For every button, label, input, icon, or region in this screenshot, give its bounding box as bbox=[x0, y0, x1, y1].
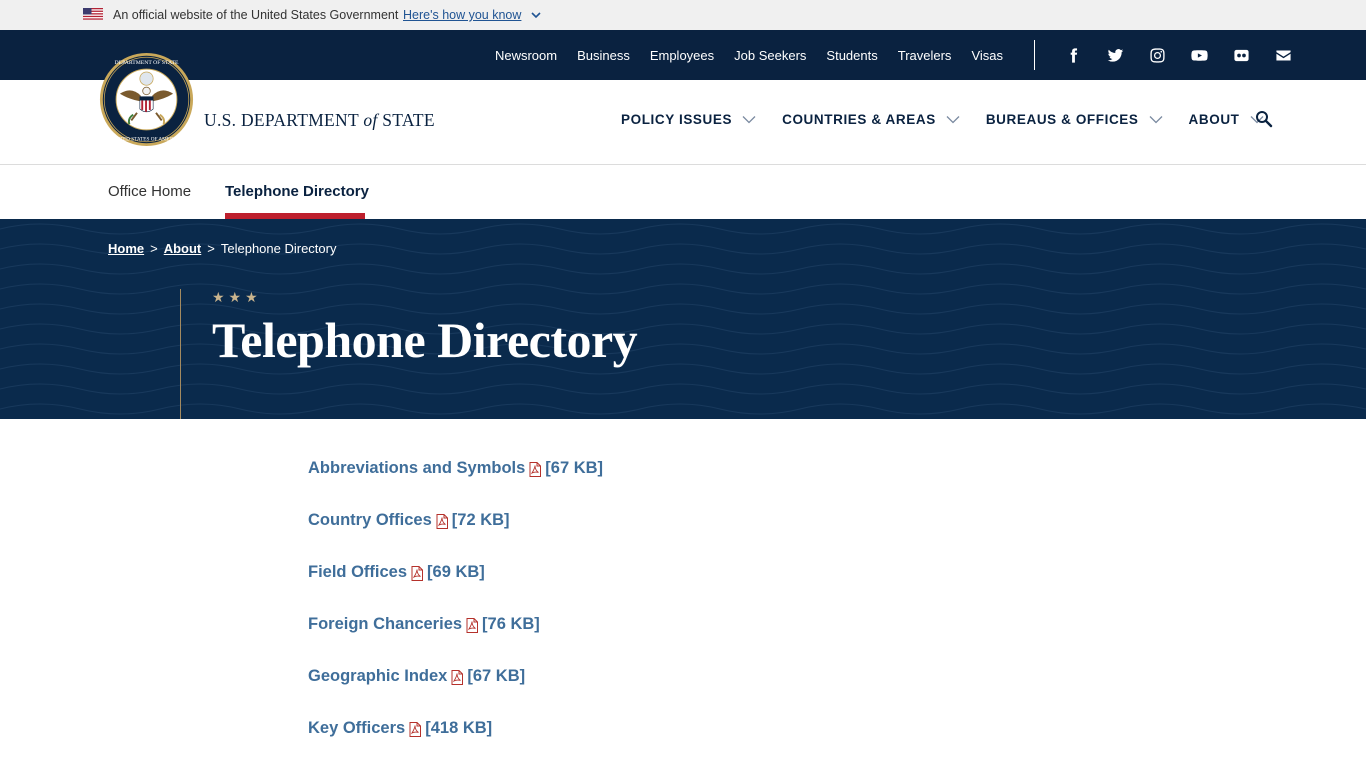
list-item: Field Offices [69 KB] bbox=[308, 563, 603, 615]
nav-about[interactable]: ABOUT bbox=[1189, 112, 1264, 127]
nav-policy-issues[interactable]: POLICY ISSUES bbox=[621, 112, 756, 127]
official-text: An official website of the United States… bbox=[113, 8, 399, 22]
chevron-down-icon bbox=[1149, 116, 1162, 124]
how-you-know-link[interactable]: Here's how you know bbox=[403, 8, 521, 22]
subnav-office-home[interactable]: Office Home bbox=[108, 183, 191, 200]
department-seal-logo[interactable]: DEPARTMENT OF STATE UNITED STATES OF AME… bbox=[99, 52, 194, 147]
department-name[interactable]: U.S. DEPARTMENT of STATE bbox=[204, 110, 435, 131]
breadcrumb-separator: > bbox=[150, 241, 158, 256]
search-icon[interactable] bbox=[1255, 110, 1273, 128]
dept-name-of: of bbox=[363, 110, 378, 130]
file-size: [67 KB] bbox=[467, 667, 526, 685]
youtube-icon[interactable] bbox=[1178, 30, 1220, 80]
document-link[interactable]: Country Offices bbox=[308, 511, 432, 530]
site-header: DEPARTMENT OF STATE UNITED STATES OF AME… bbox=[0, 52, 1366, 165]
nav-countries-areas[interactable]: COUNTRIES & AREAS bbox=[782, 112, 960, 127]
breadcrumb-about[interactable]: About bbox=[164, 241, 202, 256]
hero-banner: Home > About > Telephone Directory ★★★ T… bbox=[0, 219, 1366, 419]
social-links bbox=[1052, 30, 1304, 80]
list-item: Key Officers [418 KB] bbox=[308, 719, 603, 768]
top-links: Newsroom Business Employees Job Seekers … bbox=[495, 30, 1003, 80]
twitter-icon[interactable] bbox=[1094, 30, 1136, 80]
nav-label: BUREAUS & OFFICES bbox=[985, 112, 1139, 127]
nav-label: POLICY ISSUES bbox=[621, 112, 733, 127]
document-list: Abbreviations and Symbols [67 KB] Countr… bbox=[308, 459, 603, 768]
stars-icon: ★★★ bbox=[212, 289, 262, 305]
file-size: [76 KB] bbox=[482, 615, 540, 633]
pdf-icon bbox=[529, 462, 542, 477]
subnav-telephone-directory[interactable]: Telephone Directory bbox=[225, 183, 369, 200]
email-icon[interactable] bbox=[1262, 30, 1304, 80]
facebook-icon[interactable] bbox=[1052, 30, 1094, 80]
top-link-students[interactable]: Students bbox=[826, 48, 877, 63]
nav-label: ABOUT bbox=[1188, 112, 1240, 127]
document-link[interactable]: Key Officers bbox=[308, 719, 405, 738]
file-size: [67 KB] bbox=[545, 459, 604, 477]
hero-accent-line bbox=[180, 289, 181, 419]
breadcrumb-current: Telephone Directory bbox=[220, 241, 337, 256]
file-size: [69 KB] bbox=[427, 563, 485, 581]
dept-name-suffix: STATE bbox=[377, 110, 435, 130]
chevron-down-icon[interactable] bbox=[530, 9, 542, 21]
dept-name-prefix: U.S. DEPARTMENT bbox=[204, 110, 364, 130]
document-link[interactable]: Geographic Index bbox=[308, 667, 447, 686]
breadcrumb-separator: > bbox=[207, 241, 215, 256]
pdf-icon bbox=[436, 514, 448, 529]
document-link[interactable]: Abbreviations and Symbols bbox=[308, 459, 525, 478]
file-size: [72 KB] bbox=[451, 511, 510, 529]
us-flag-icon bbox=[83, 8, 103, 20]
pdf-icon bbox=[409, 722, 422, 737]
list-item: Foreign Chanceries [76 KB] bbox=[308, 615, 603, 667]
list-item: Abbreviations and Symbols [67 KB] bbox=[308, 459, 603, 511]
document-link[interactable]: Foreign Chanceries bbox=[308, 615, 462, 634]
top-link-employees[interactable]: Employees bbox=[650, 48, 714, 63]
top-link-travelers[interactable]: Travelers bbox=[898, 48, 952, 63]
nav-label: COUNTRIES & AREAS bbox=[782, 112, 936, 127]
instagram-icon[interactable] bbox=[1136, 30, 1178, 80]
document-link[interactable]: Field Offices bbox=[308, 563, 407, 582]
chevron-down-icon bbox=[742, 116, 756, 124]
top-link-business[interactable]: Business bbox=[577, 48, 630, 63]
top-link-job-seekers[interactable]: Job Seekers bbox=[734, 48, 806, 63]
top-link-visas[interactable]: Visas bbox=[971, 48, 1003, 63]
svg-text:UNITED STATES OF AMERICA: UNITED STATES OF AMERICA bbox=[111, 136, 183, 142]
list-item: Geographic Index [67 KB] bbox=[308, 667, 603, 719]
flickr-icon[interactable] bbox=[1220, 30, 1262, 80]
pdf-icon bbox=[466, 618, 479, 633]
list-item: Country Offices [72 KB] bbox=[308, 511, 603, 563]
svg-text:DEPARTMENT OF STATE: DEPARTMENT OF STATE bbox=[115, 60, 180, 66]
top-bar: Newsroom Business Employees Job Seekers … bbox=[0, 30, 1366, 80]
top-link-newsroom[interactable]: Newsroom bbox=[495, 48, 557, 63]
page-title: Telephone Directory bbox=[212, 312, 638, 368]
breadcrumb-home[interactable]: Home bbox=[108, 241, 144, 256]
main-nav: POLICY ISSUES COUNTRIES & AREAS BUREAUS … bbox=[621, 112, 1264, 127]
pdf-icon bbox=[451, 670, 464, 685]
pdf-icon bbox=[411, 566, 424, 581]
divider bbox=[1034, 40, 1035, 70]
breadcrumb: Home > About > Telephone Directory bbox=[108, 241, 336, 256]
gov-banner: An official website of the United States… bbox=[0, 0, 1366, 30]
chevron-down-icon bbox=[946, 116, 960, 124]
office-subnav: Office Home Telephone Directory bbox=[0, 165, 1366, 219]
file-size: [418 KB] bbox=[425, 719, 493, 737]
nav-bureaus-offices[interactable]: BUREAUS & OFFICES bbox=[986, 112, 1163, 127]
